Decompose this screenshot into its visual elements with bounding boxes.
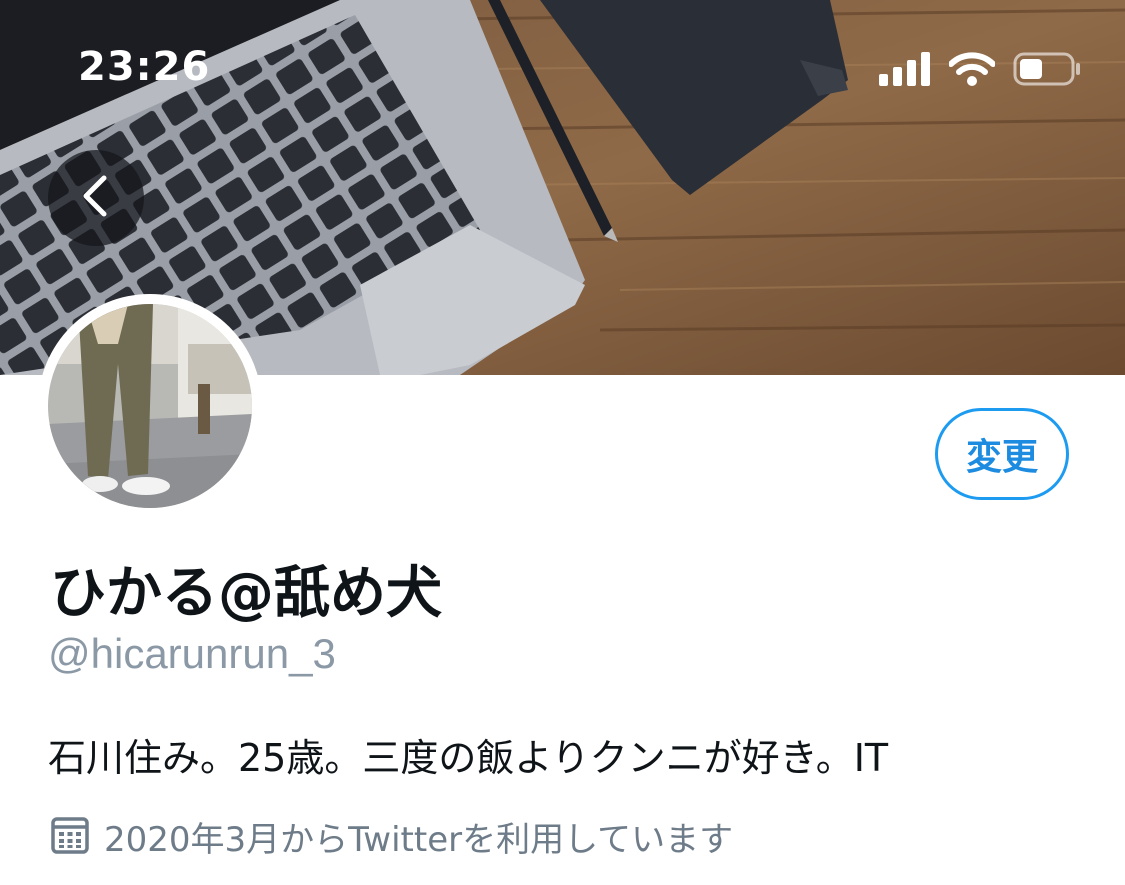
cellular-signal-icon — [879, 52, 931, 90]
calendar-icon — [50, 815, 90, 859]
edit-profile-button[interactable]: 変更 — [935, 408, 1069, 500]
chevron-left-icon — [76, 172, 116, 224]
avatar[interactable] — [38, 294, 262, 518]
joined-date-text: 2020年3月からTwitterを利用しています — [104, 820, 734, 860]
back-button[interactable] — [48, 150, 144, 246]
user-handle: @hicarunrun_3 — [48, 630, 336, 677]
status-icons — [879, 52, 1081, 90]
wifi-icon — [948, 52, 996, 90]
joined-date-row: 2020年3月からTwitterを利用しています — [50, 812, 733, 861]
profile-screen: 23:26 変更 ひかる@舐め犬 @hicarunrun_3 石川住み。25歳。… — [0, 0, 1125, 885]
avatar-photo — [48, 304, 252, 508]
battery-icon — [1013, 52, 1081, 90]
display-name: ひかる@舐め犬 — [50, 561, 442, 626]
status-time: 23:26 — [78, 44, 211, 90]
profile-bio: 石川住み。25歳。三度の飯よりクンニが好き。IT — [48, 736, 889, 780]
